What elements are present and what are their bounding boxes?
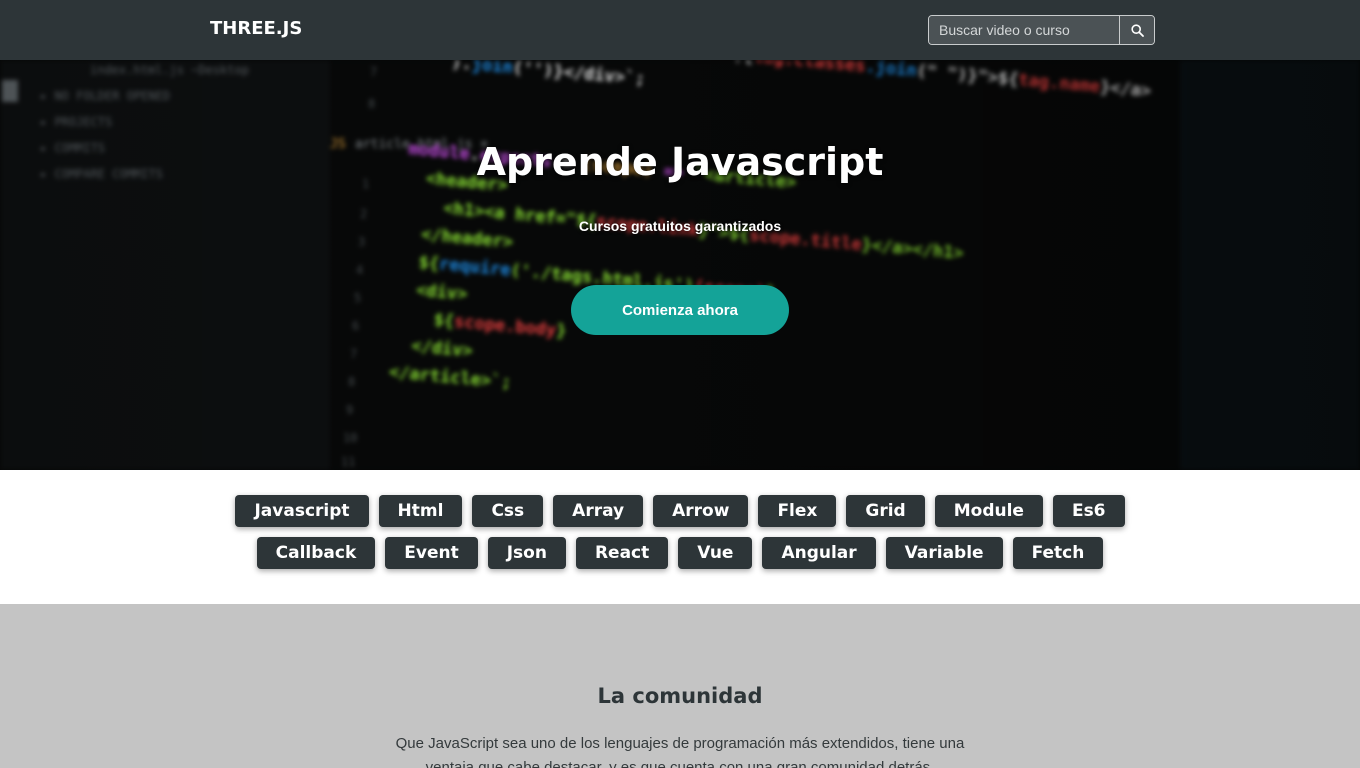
tag-button-fetch[interactable]: Fetch <box>1012 537 1104 569</box>
tag-button-html[interactable]: Html <box>378 495 463 527</box>
tag-row: Javascript Html Css Array Arrow Flex Grid Modul… <box>0 495 1360 527</box>
tag-button-es6[interactable]: Es6 <box>1052 495 1125 527</box>
community-title: La comunidad <box>597 684 763 708</box>
tag-button-array[interactable]: Array <box>553 495 644 527</box>
tag-button-angular[interactable]: Angular <box>762 537 876 569</box>
tag-button-grid[interactable]: Grid <box>846 495 925 527</box>
search-icon <box>1130 23 1144 37</box>
start-now-button[interactable]: Comienza ahora <box>571 285 789 335</box>
tag-button-react[interactable]: React <box>575 537 669 569</box>
tag-row: Callback Event Json React Vue Angular Variable… <box>0 537 1360 569</box>
search-button[interactable] <box>1119 16 1154 44</box>
tag-button-arrow[interactable]: Arrow <box>653 495 749 527</box>
tag-button-event[interactable]: Event <box>385 537 478 569</box>
hero-title: Aprende Javascript <box>476 140 884 184</box>
hero-subtitle: Cursos gratuitos garantizados <box>578 218 782 234</box>
hero-banner: index.html.js ~Desktop ▸ NO FOLDER OPENE… <box>0 60 1360 470</box>
search-input[interactable] <box>929 16 1119 44</box>
hero-overlay <box>0 60 1360 470</box>
tag-button-callback[interactable]: Callback <box>256 537 376 569</box>
search-box <box>928 15 1155 45</box>
tag-button-variable[interactable]: Variable <box>885 537 1003 569</box>
tag-button-vue[interactable]: Vue <box>678 537 753 569</box>
tag-button-javascript[interactable]: Javascript <box>235 495 369 527</box>
tag-button-flex[interactable]: Flex <box>758 495 837 527</box>
tag-button-css[interactable]: Css <box>472 495 544 527</box>
community-text: Que JavaScript sea uno de los lenguajes … <box>395 735 965 768</box>
topic-tags-section: Javascript Html Css Array Arrow Flex Grid Modul… <box>0 470 1360 604</box>
top-navbar: THREE.JS <box>0 0 1360 60</box>
community-section: La comunidad Que JavaScript sea uno de l… <box>0 604 1360 768</box>
tag-button-json[interactable]: Json <box>487 537 566 569</box>
tag-button-module[interactable]: Module <box>934 495 1043 527</box>
brand-logo[interactable]: THREE.JS <box>210 18 302 39</box>
